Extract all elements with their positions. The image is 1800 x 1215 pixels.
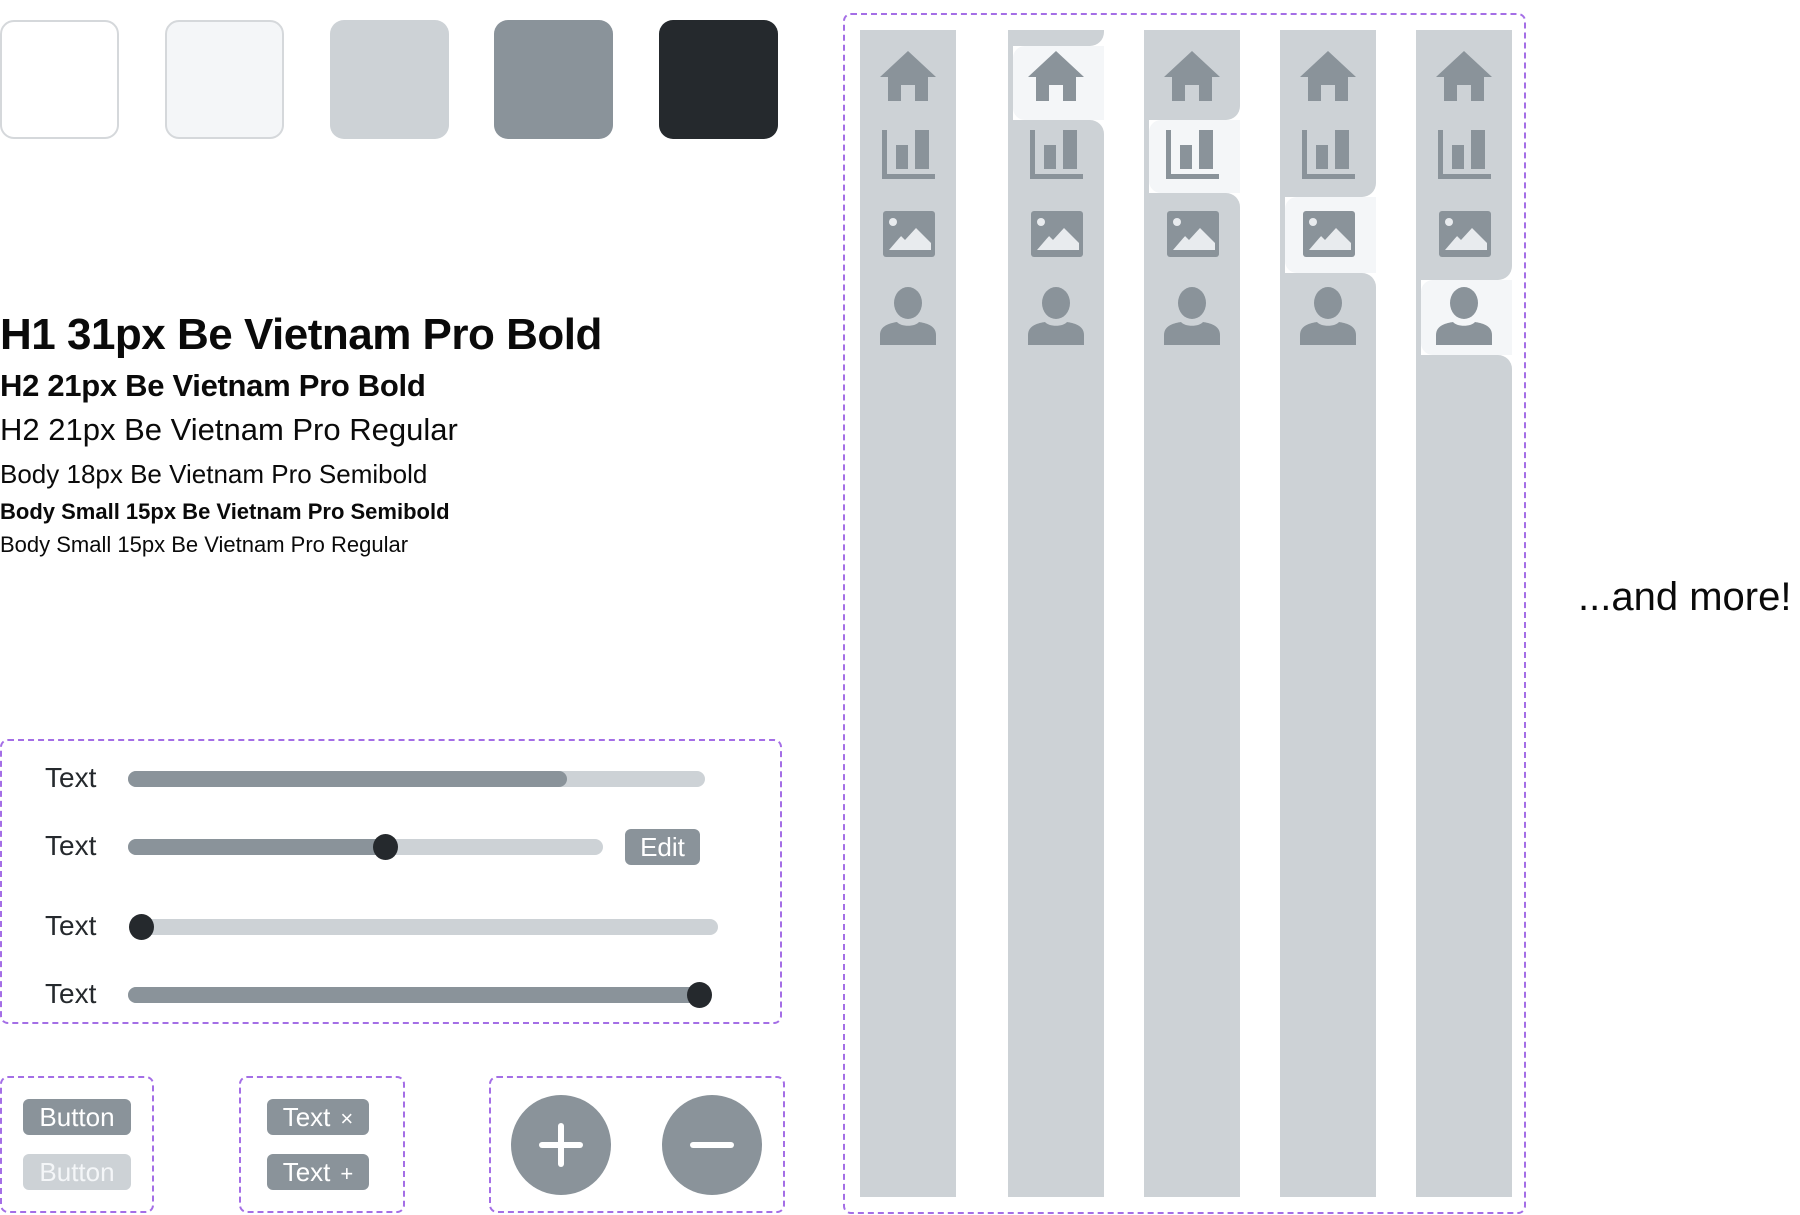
sidebar-variant	[860, 30, 956, 1197]
slider-label: Text	[45, 910, 97, 941]
body-small-semibold-specimen: Body Small 15px Be Vietnam Pro Semibold	[0, 499, 450, 524]
home-icon[interactable]	[1163, 47, 1221, 105]
edit-button[interactable]: Edit	[625, 829, 700, 865]
image-icon[interactable]	[1163, 205, 1221, 263]
slider-label: Text	[45, 978, 97, 1009]
slider-track[interactable]	[129, 914, 718, 940]
sidebar-variant	[1416, 30, 1512, 1197]
plus-icon[interactable]: +	[340, 1161, 353, 1186]
body-small-regular-specimen: Body Small 15px Be Vietnam Pro Regular	[0, 532, 409, 557]
slider-thumb[interactable]	[687, 982, 712, 1008]
chart-icon[interactable]	[1299, 127, 1357, 185]
slider-thumb[interactable]	[372, 834, 398, 860]
slider-label: Text	[45, 830, 97, 861]
slider-track[interactable]	[128, 834, 603, 860]
h2-regular-specimen: H2 21px Be Vietnam Pro Regular	[0, 412, 458, 447]
sidebar-background	[1008, 30, 1104, 46]
progress-bar	[128, 771, 705, 787]
user-icon[interactable]	[879, 287, 937, 345]
chart-icon[interactable]	[879, 127, 937, 185]
chip-group	[239, 1076, 405, 1213]
addable-chip[interactable]: Text +	[267, 1154, 369, 1190]
chart-icon[interactable]	[1027, 127, 1085, 185]
button-group	[0, 1076, 154, 1213]
image-icon[interactable]	[879, 205, 937, 263]
swatch-light-gray	[330, 20, 449, 139]
chip-label: Text	[282, 1157, 331, 1187]
body-specimen: Body 18px Be Vietnam Pro Semibold	[0, 459, 428, 489]
sidebar-background	[1008, 120, 1104, 1197]
removable-chip[interactable]: Text ×	[267, 1099, 369, 1135]
chart-icon[interactable]	[1435, 127, 1493, 185]
home-icon[interactable]	[1027, 47, 1085, 105]
home-icon[interactable]	[1435, 47, 1493, 105]
chart-icon[interactable]	[1163, 127, 1221, 185]
h1-specimen: H1 31px Be Vietnam Pro Bold	[0, 310, 602, 359]
slider-label: Text	[45, 762, 97, 793]
sidebar-variant	[1008, 30, 1104, 1197]
user-icon[interactable]	[1299, 287, 1357, 345]
swatch-off-white	[165, 20, 284, 139]
swatch-white	[0, 20, 119, 139]
user-icon[interactable]	[1163, 287, 1221, 345]
add-button[interactable]	[511, 1095, 611, 1195]
slider-track[interactable]	[128, 982, 712, 1008]
sidebar-variant	[1280, 30, 1376, 1197]
swatch-dark	[659, 20, 778, 139]
sidebar-background	[1280, 273, 1376, 1197]
remove-button[interactable]	[662, 1095, 762, 1195]
swatch-mid-gray	[494, 20, 613, 139]
sidebar-variant	[1144, 30, 1240, 1197]
sidebar-background	[1416, 355, 1512, 1197]
slider-thumb[interactable]	[129, 914, 154, 940]
and-more-text: ...and more!	[1578, 575, 1792, 619]
user-icon[interactable]	[1027, 287, 1085, 345]
home-icon[interactable]	[879, 47, 937, 105]
user-icon[interactable]	[1435, 287, 1493, 345]
disabled-button: Button	[23, 1154, 131, 1190]
image-icon[interactable]	[1299, 205, 1357, 263]
slider-fill	[128, 987, 699, 1003]
chip-label: Text	[282, 1102, 331, 1132]
slider-fill	[128, 839, 385, 855]
h2-bold-specimen: H2 21px Be Vietnam Pro Bold	[0, 368, 426, 403]
image-icon[interactable]	[1027, 205, 1085, 263]
image-icon[interactable]	[1435, 205, 1493, 263]
home-icon[interactable]	[1299, 47, 1357, 105]
close-icon[interactable]: ×	[340, 1106, 353, 1131]
primary-button[interactable]: Button	[23, 1099, 131, 1135]
progress-fill	[128, 771, 567, 787]
